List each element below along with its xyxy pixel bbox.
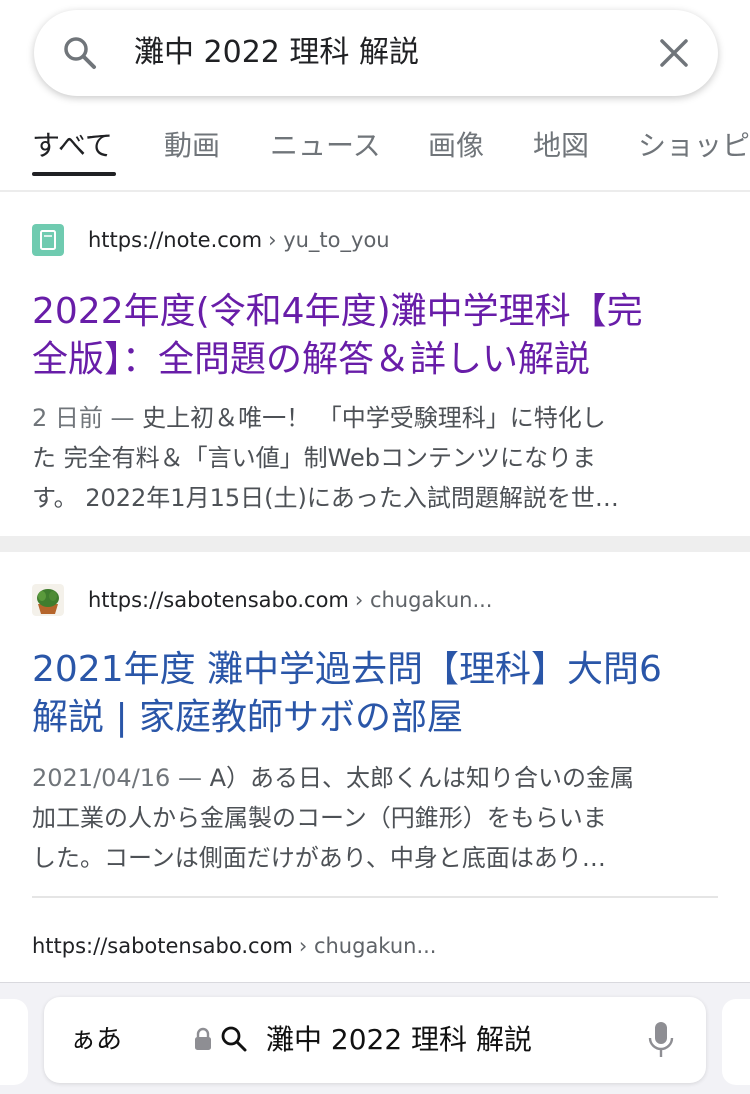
address-text[interactable]: 灘中 2022 理科 解説 [266,997,532,1083]
result-url: https://sabotensabo.com [32,934,293,958]
result-url: https://note.com [88,228,263,252]
tab-images[interactable]: 画像 [428,120,484,176]
result-separator [0,536,750,552]
result-date: 2021/04/16 — [32,764,210,792]
result-source[interactable]: https://sabotensabo.com › chugakun... [32,580,492,620]
result-source[interactable]: https://note.com › yu_to_you [32,220,390,260]
cactus-icon [32,584,64,616]
snippet-line: した。コーンは側面だけがあり、中身と底面はあり… [32,844,606,872]
tab-all[interactable]: すべて [32,120,113,176]
result-path: › chugakun... [298,934,437,958]
result-title-line[interactable]: 2021年度 灘中学過去問【理科】大問6 [32,646,712,694]
search-box[interactable]: 灘中 2022 理科 解説 [34,10,718,96]
tab-videos[interactable]: 動画 [164,120,220,176]
result-snippet: 2 日前 — 史上初＆唯一！ 「中学受験理科」に特化し た 完全有料＆「言い値」… [32,398,712,518]
next-tab-card[interactable] [722,999,750,1085]
result-title-line[interactable]: 全版】：全問題の解答＆詳しい解説 [32,336,712,384]
result-title-line[interactable]: 解説 | 家庭教師サボの部屋 [32,694,712,742]
note-icon [32,224,64,256]
address-bar[interactable]: ぁあ 灘中 2022 理科 解説 [44,997,706,1083]
search-header: 灘中 2022 理科 解説 すべて 動画 ニュース 画像 地図 ショッピ [0,0,750,192]
search-input[interactable]: 灘中 2022 理科 解説 [134,10,419,96]
result-title-line[interactable]: 2022年度(令和4年度)灘中学理科【完 [32,288,712,336]
result-date: 2 日前 — [32,404,143,432]
tab-shopping[interactable]: ショッピ [638,120,750,176]
search-result: https://sabotensabo.com › chugakun... 20… [0,552,750,982]
result-path: › yu_to_you [268,228,390,252]
snippet-line: た 完全有料＆「言い値」制Webコンテンツになりま [32,444,596,472]
divider [32,896,718,898]
tab-maps[interactable]: 地図 [533,120,589,176]
result-url: https://sabotensabo.com [88,588,349,612]
previous-tab-card[interactable] [0,999,28,1085]
active-tab-indicator [32,172,116,176]
snippet-line: 史上初＆唯一！ 「中学受験理科」に特化し [142,404,606,432]
browser-toolbar: ぁあ 灘中 2022 理科 解説 [0,982,750,1094]
result-path: › chugakun... [354,588,493,612]
result-title[interactable]: 2022年度(令和4年度)灘中学理科【完 全版】：全問題の解答＆詳しい解説 [32,288,712,384]
result-title[interactable]: 2021年度 灘中学過去問【理科】大問6 解説 | 家庭教師サボの部屋 [32,646,712,742]
close-icon[interactable] [656,35,692,71]
snippet-line: す。 2022年1月15日(土)にあった入試問題解説を世… [32,484,619,512]
snippet-line: 加工業の人から金属製のコーン（円錐形）をもらいま [32,804,607,832]
tab-news[interactable]: ニュース [270,120,381,176]
divider [0,190,750,192]
search-result: https://note.com › yu_to_you 2022年度(令和4年… [0,196,750,536]
result-source[interactable]: https://sabotensabo.com › chugakun... [32,926,436,966]
snippet-line: A）ある日、太郎くんは知り合いの金属 [209,764,635,792]
search-icon [221,1026,247,1052]
lock-icon [195,1027,211,1050]
page-settings-button[interactable]: ぁあ [70,997,122,1083]
microphone-icon[interactable] [648,1021,674,1059]
result-snippet: 2021/04/16 — A）ある日、太郎くんは知り合いの金属 加工業の人から金… [32,758,712,878]
search-tabs: すべて 動画 ニュース 画像 地図 ショッピ [0,120,750,180]
search-icon[interactable] [60,33,100,73]
